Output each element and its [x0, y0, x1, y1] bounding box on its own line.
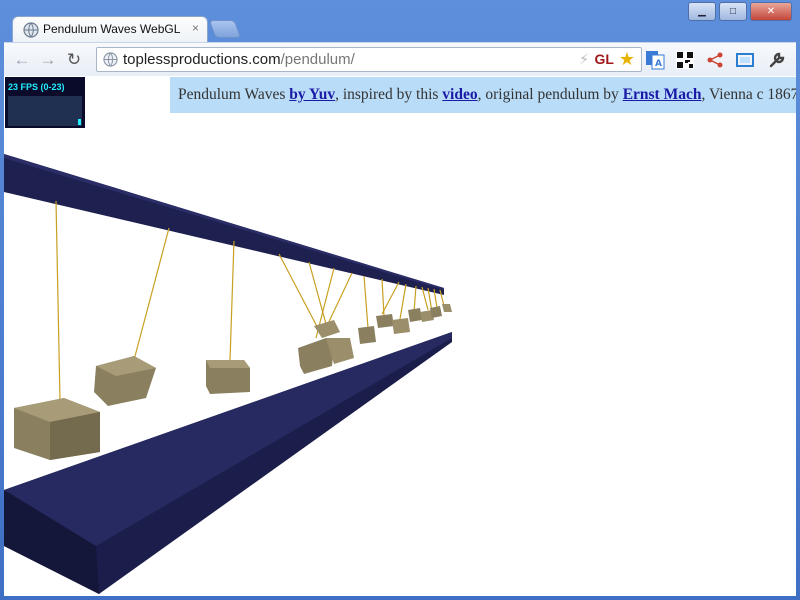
- maximize-button[interactable]: □: [719, 2, 747, 21]
- tab-title: Pendulum Waves WebGL: [43, 22, 181, 36]
- browser-toolbar: ← → ↻ toplessproductions.com/pendulum/ ⚡…: [4, 42, 796, 76]
- url-path: /pendulum/: [280, 51, 355, 68]
- fps-bar: [78, 119, 81, 125]
- reload-icon[interactable]: ↻: [64, 50, 84, 70]
- top-beam-face: [4, 154, 444, 290]
- link-ernst-mach[interactable]: Ernst Mach: [623, 86, 702, 103]
- url-text: toplessproductions.com/pendulum/: [123, 51, 355, 68]
- page-viewport: 23 FPS (0-23) Pendulum Waves by Yuv, ins…: [4, 76, 796, 596]
- share-icon[interactable]: [704, 49, 726, 71]
- banner-text-1: Pendulum Waves: [178, 86, 290, 103]
- banner-text-2: , inspired by this: [335, 86, 443, 103]
- browser-window: Pendulum Waves WebGL × ▁ □ ✕ ← → ↻ tople…: [0, 0, 800, 600]
- credits-banner: Pendulum Waves by Yuv, inspired by this …: [170, 77, 796, 113]
- svg-text:A: A: [655, 59, 662, 69]
- gl-badge[interactable]: GL: [595, 51, 614, 67]
- new-tab-button[interactable]: [208, 20, 242, 38]
- close-window-button[interactable]: ✕: [750, 2, 792, 21]
- url-host: toplessproductions.com: [123, 51, 281, 68]
- back-icon[interactable]: ←: [12, 50, 32, 70]
- fps-label: 23 FPS (0-23): [8, 82, 65, 92]
- webgl-canvas[interactable]: [4, 76, 796, 596]
- qr-icon[interactable]: [674, 49, 696, 71]
- star-icon[interactable]: ★: [619, 49, 635, 70]
- window-controls: ▁ □ ✕: [688, 2, 792, 21]
- translate-icon[interactable]: A: [644, 49, 666, 71]
- address-bar[interactable]: toplessproductions.com/pendulum/ ⚡︎ GL ★: [96, 47, 642, 72]
- wrench-icon[interactable]: [766, 49, 788, 71]
- tab-pendulum[interactable]: Pendulum Waves WebGL ×: [12, 16, 208, 42]
- banner-text-3: , original pendulum by: [477, 86, 623, 103]
- link-video[interactable]: video: [442, 86, 477, 103]
- globe-icon: [23, 22, 39, 38]
- title-bar: Pendulum Waves WebGL × ▁ □ ✕: [0, 0, 800, 42]
- minimize-button[interactable]: ▁: [688, 2, 716, 21]
- banner-text-4: , Vienna c 1867.: [701, 86, 796, 103]
- globe-icon: [103, 52, 118, 67]
- fps-meter: 23 FPS (0-23): [5, 77, 85, 128]
- tab-close-icon[interactable]: ×: [192, 21, 199, 35]
- fps-graph: [8, 96, 82, 126]
- forward-icon[interactable]: →: [38, 50, 58, 70]
- screenshot-icon[interactable]: [734, 49, 756, 71]
- link-by-yuv[interactable]: by Yuv: [289, 86, 335, 103]
- bolt-icon[interactable]: ⚡︎: [579, 51, 589, 68]
